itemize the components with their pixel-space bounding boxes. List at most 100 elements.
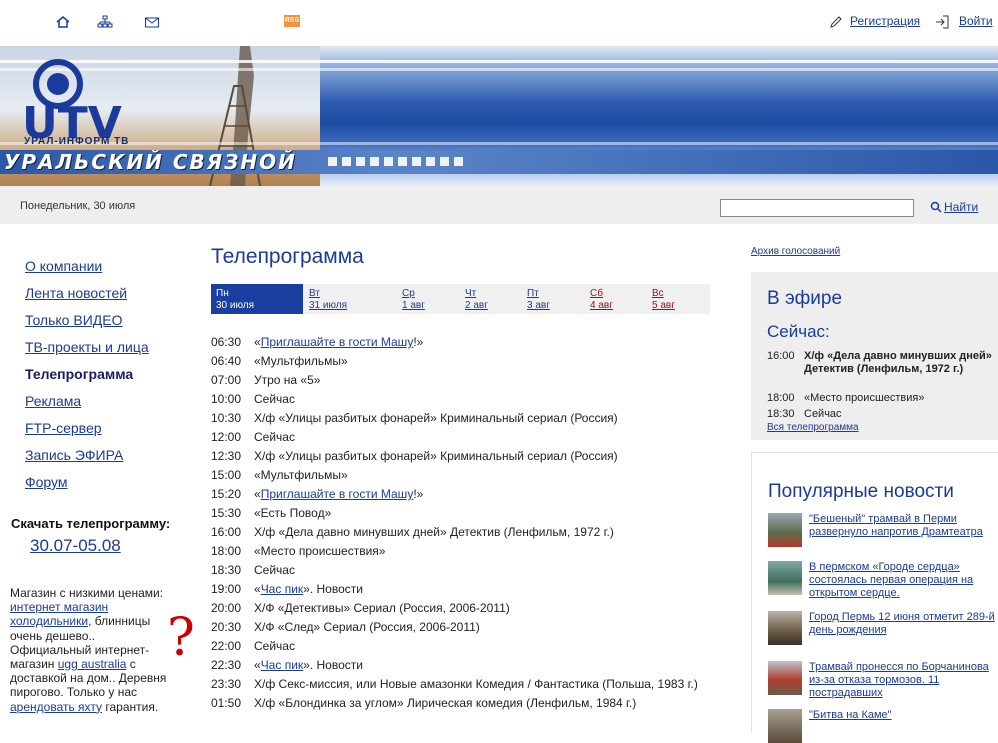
schedule-row: 23:30 Х/ф Секс-миссия, или Новые амазонки… — [211, 675, 711, 694]
schedule-row: 15:20 «Приглашайте в гости Машу!» — [211, 485, 711, 504]
schedule-time: 18:30 — [211, 563, 242, 577]
news-thumbnail[interactable] — [768, 561, 802, 595]
ad-text: Магазин с низкими ценами: — [10, 586, 164, 600]
news-thumbnail[interactable] — [768, 661, 802, 695]
popular-news-box: Популярные новости "Бешеный" трамвай в П… — [751, 452, 998, 743]
on-air-box: В эфире Сейчас: 16:00 Х/ф «Дела давно мин… — [751, 272, 998, 440]
schedule-row: 16:00 Х/ф «Дела давно минувших дней» Дете… — [211, 523, 711, 542]
tab-day-tue[interactable]: Вт 31 июля — [309, 288, 347, 312]
current-date: Понедельник, 30 июля — [20, 200, 136, 212]
login-link[interactable]: Войти — [959, 14, 993, 28]
tab-day-mon[interactable]: Пн 30 июля — [211, 284, 303, 314]
home-icon[interactable] — [55, 14, 71, 30]
tab-day-wed[interactable]: Ср 1 авг — [402, 288, 425, 312]
schedule-time: 18:00 — [211, 544, 242, 558]
schedule-title: Х/ф «Улицы разбитых фонарей» Криминальны… — [254, 411, 618, 425]
schedule-time: 06:40 — [211, 354, 242, 368]
ad-link-yacht[interactable]: арендовать яхту — [10, 700, 102, 714]
schedule-title: Х/ф «Блондинка за углом» Лирическая коме… — [254, 696, 637, 710]
download-program-link[interactable]: 30.07-05.08 — [30, 536, 121, 556]
news-link[interactable]: В пермском «Городе сердца» состоялась пе… — [809, 561, 997, 600]
schedule-row: 20:00 Х/Ф «Детективы» Сериал (Россия, 200… — [211, 599, 711, 618]
nav-item-tv-program[interactable]: Телепрограмма — [25, 366, 149, 393]
nav-item-projects[interactable]: ТВ-проекты и лица — [25, 339, 149, 366]
on-air-current-show: Х/ф «Дела давно минувших дней» Детектив … — [804, 350, 992, 375]
schedule-title: Х/ф «Дела давно минувших дней» Детектив … — [254, 525, 614, 539]
ad-block: Магазин с низкими ценами: интернет магаз… — [10, 586, 170, 714]
tab-day-fri[interactable]: Пт 3 авг — [527, 288, 550, 312]
tab-day-thu[interactable]: Чт 2 авг — [465, 288, 488, 312]
schedule-row: 12:30 Х/ф «Улицы разбитых фонарей» Кримин… — [211, 447, 711, 466]
search-button[interactable]: Найти — [930, 200, 978, 214]
schedule-row: 06:40 «Мультфильмы» — [211, 352, 711, 371]
schedule-row: 07:00 Утро на «5» — [211, 371, 711, 390]
date-search-bar: Понедельник, 30 июля Найти — [0, 186, 998, 224]
show-link[interactable]: Час пик — [261, 658, 303, 672]
on-air-row: 18:30 Сейчас — [767, 408, 842, 420]
nav-item-ftp[interactable]: FTP-сервер — [25, 420, 149, 447]
schedule-time: 12:00 — [211, 430, 242, 444]
show-link[interactable]: Приглашайте в гости Машу — [261, 335, 414, 349]
schedule-row: 22:00 Сейчас — [211, 637, 711, 656]
news-thumbnail[interactable] — [768, 611, 802, 645]
schedule-row: 01:50 Х/ф «Блондинка за углом» Лирическая… — [211, 694, 711, 713]
news-link[interactable]: "Бешеный" трамвай в Перми развернуло нап… — [809, 513, 997, 547]
schedule-title: Утро на «5» — [254, 373, 321, 387]
tab-day-sat[interactable]: Сб 4 авг — [590, 288, 613, 312]
schedule-row: 20:30 Х/Ф «След» Сериал (Россия, 2006-201… — [211, 618, 711, 637]
news-item: "Битва на Каме" — [768, 709, 997, 743]
nav-item-ads[interactable]: Реклама — [25, 393, 149, 420]
schedule-row: 22:30 «Час пик». Новости — [211, 656, 711, 675]
rss-icon[interactable]: RSS — [284, 15, 300, 27]
schedule-time: 10:00 — [211, 392, 242, 406]
ad-link-ugg[interactable]: ugg australia — [58, 657, 127, 671]
schedule-time: 06:30 — [211, 335, 242, 349]
all-program-link[interactable]: Вся телепрограмма — [767, 422, 859, 433]
schedule-list: 06:30 «Приглашайте в гости Машу!» 06:40 «М… — [211, 333, 711, 713]
nav-item-record[interactable]: Запись ЭФИРА — [25, 447, 149, 474]
schedule-title: Сейчас — [254, 563, 295, 577]
schedule-row: 18:30 Сейчас — [211, 561, 711, 580]
schedule-row: 15:30 «Есть Повод» — [211, 504, 711, 523]
news-item: Город Пермь 12 июня отметит 289-й день р… — [768, 611, 997, 645]
tab-day-sun[interactable]: Вс 5 авг — [652, 288, 675, 312]
schedule-title: Х/Ф «Детективы» Сериал (Россия, 2006-201… — [254, 601, 510, 615]
show-link[interactable]: Приглашайте в гости Машу — [261, 487, 414, 501]
sitemap-icon[interactable] — [97, 14, 113, 30]
on-air-title: В эфире — [767, 288, 843, 309]
on-air-row: 18:00 «Место происшествия» — [767, 392, 925, 404]
nav-item-video[interactable]: Только ВИДЕО — [25, 312, 149, 339]
ad-text: гарантия. — [102, 699, 159, 714]
schedule-title: «Есть Повод» — [254, 506, 332, 520]
schedule-row: 15:00 «Мультфильмы» — [211, 466, 711, 485]
search-input[interactable] — [720, 199, 914, 217]
header-banner: UTV УРАЛ-ИНФОРМ ТВ УРАЛЬСКИЙ СВЯЗНОЙ — [0, 46, 998, 186]
news-thumbnail[interactable] — [768, 709, 802, 743]
question-mark-icon: ? — [167, 608, 195, 668]
mail-icon[interactable] — [144, 14, 160, 30]
news-item: В пермском «Городе сердца» состоялась пе… — [768, 561, 997, 600]
news-thumbnail[interactable] — [768, 513, 802, 547]
page-title: Телепрограмма — [211, 245, 364, 268]
schedule-time: 12:30 — [211, 449, 242, 463]
register-link[interactable]: Регистрация — [850, 14, 920, 28]
utv-logo[interactable]: UTV — [22, 58, 142, 142]
schedule-time: 01:50 — [211, 696, 242, 710]
schedule-row: 10:30 Х/ф «Улицы разбитых фонарей» Кримин… — [211, 409, 711, 428]
nav-item-forum[interactable]: Форум — [25, 474, 149, 501]
banner-title: УРАЛЬСКИЙ СВЯЗНОЙ — [4, 150, 297, 174]
news-link[interactable]: Трамвай пронесся по Борчанинова из-за от… — [809, 661, 997, 700]
search-icon — [930, 201, 942, 213]
news-link[interactable]: Город Пермь 12 июня отметит 289-й день р… — [809, 611, 997, 645]
schedule-time: 22:00 — [211, 639, 242, 653]
nav-item-news[interactable]: Лента новостей — [25, 285, 149, 312]
show-link[interactable]: Час пик — [261, 582, 303, 596]
nav-item-about[interactable]: О компании — [25, 258, 149, 285]
schedule-title: Х/ф Секс-миссия, или Новые амазонки Коме… — [254, 677, 698, 691]
schedule-title: Х/Ф «След» Сериал (Россия, 2006-2011) — [254, 620, 480, 634]
schedule-row: 18:00 «Место происшествия» — [211, 542, 711, 561]
schedule-time: 20:00 — [211, 601, 242, 615]
news-link[interactable]: "Битва на Каме" — [809, 709, 997, 743]
poll-archive-link[interactable]: Архив голосований — [751, 246, 840, 257]
schedule-time: 19:00 — [211, 582, 242, 596]
